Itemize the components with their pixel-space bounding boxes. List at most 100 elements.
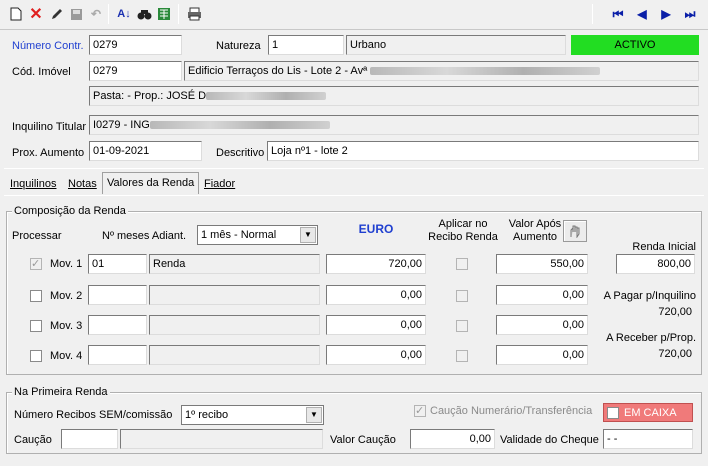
aplicar-checkbox[interactable] (456, 290, 468, 302)
tab-notas[interactable]: Notas (64, 174, 101, 194)
valor-apos-aumento-label: Valor Após Aumento (508, 218, 562, 243)
mov-code-field[interactable] (88, 285, 147, 305)
redacted-text (370, 67, 601, 76)
mov-label: Mov. 1 (50, 258, 83, 270)
renda-inicial-field[interactable]: 800,00 (616, 254, 695, 274)
valor-apos-field[interactable]: 0,00 (496, 345, 588, 365)
first-icon[interactable]: ⏮ (608, 4, 628, 24)
meses-adiant-select[interactable]: 1 mês - Normal ▼ (197, 225, 318, 245)
em-caixa-label: EM CAIXA (624, 407, 677, 419)
tab-fiador[interactable]: Fiador (200, 174, 239, 194)
valor-caucao-label: Valor Caução (330, 434, 396, 446)
tab-baseline (4, 195, 704, 196)
valor-apos-field[interactable]: 0,00 (496, 315, 588, 335)
mov-value-field[interactable]: 720,00 (326, 254, 426, 274)
mov-desc-field: Renda (149, 254, 320, 274)
caucao-desc-field (120, 429, 323, 449)
prox-aumento-field[interactable]: 01-09-2021 (89, 141, 202, 161)
next-icon[interactable]: ▶ (656, 4, 676, 24)
caucao-label: Caução (14, 434, 52, 446)
numero-contrato-field[interactable]: 0279 (89, 35, 182, 55)
caucao-field[interactable] (61, 429, 118, 449)
inquilino-text: I0279 - ING (93, 119, 150, 131)
tab-label: Notas (68, 178, 97, 190)
recibos-select[interactable]: 1º recibo ▼ (181, 405, 324, 425)
descritivo-field[interactable]: Loja nº1 - lote 2 (267, 141, 699, 161)
chevron-down-icon[interactable]: ▼ (306, 407, 322, 423)
mov-value-field[interactable]: 0,00 (326, 285, 426, 305)
export-icon[interactable] (154, 4, 174, 24)
delete-icon[interactable]: ✕ (26, 4, 46, 24)
a-pagar-label: A Pagar p/Inquilino (603, 290, 696, 302)
aplicar-recibo-label: Aplicar no Recibo Renda (428, 218, 498, 243)
aplicar-checkbox[interactable] (456, 350, 468, 362)
validade-cheque-label: Validade do Cheque (500, 434, 599, 446)
validade-cheque-field[interactable]: - - (603, 429, 693, 449)
composicao-title: Composição da Renda (12, 204, 128, 218)
print-icon[interactable] (184, 4, 204, 24)
check-icon: ✓ (415, 405, 425, 417)
processar-label: Processar (12, 230, 62, 242)
toolbar-separator (108, 4, 109, 24)
toolbar-separator (592, 4, 593, 24)
mov-label: Mov. 2 (50, 290, 83, 302)
mov-code-field[interactable]: 01 (88, 254, 147, 274)
find-icon[interactable] (134, 4, 154, 24)
tab-valores-da-renda[interactable]: Valores da Renda (102, 172, 200, 194)
last-icon[interactable]: ⏭ (680, 4, 700, 24)
a-receber-value: 720,00 (658, 348, 692, 360)
mov-desc-field (149, 285, 320, 305)
tab-label: Inquilinos (10, 178, 57, 190)
mov-code-field[interactable] (88, 315, 147, 335)
em-caixa-toggle[interactable]: EM CAIXA (603, 403, 693, 422)
cod-imovel-field[interactable]: 0279 (89, 61, 182, 81)
chevron-down-icon[interactable]: ▼ (300, 227, 316, 243)
save-icon[interactable] (66, 4, 86, 24)
caucao-numerario-checkbox[interactable]: ✓ (414, 405, 426, 417)
mov-value-field[interactable]: 0,00 (326, 345, 426, 365)
caucao-numerario-label: Caução Numerário/Transferência (430, 405, 593, 417)
mov-value-field[interactable]: 0,00 (326, 315, 426, 335)
mov-1-checkbox[interactable]: ✓ (30, 258, 42, 270)
pasta-field: Pasta: - Prop.: JOSÉ D (89, 86, 699, 106)
mov-label: Mov. 4 (50, 350, 83, 362)
mov-4-checkbox[interactable] (30, 350, 42, 362)
numero-contrato-label: Número Contr. (12, 40, 84, 52)
em-caixa-checkbox[interactable] (607, 407, 619, 419)
primeira-renda-title: Na Primeira Renda (12, 385, 110, 399)
prox-aumento-label: Prox. Aumento (12, 147, 85, 159)
toolbar-separator (178, 4, 179, 24)
aplicar-checkbox[interactable] (456, 258, 468, 270)
hand-icon (570, 225, 580, 238)
natureza-code-field[interactable]: 1 (268, 35, 344, 55)
divider (4, 168, 704, 169)
undo-icon[interactable]: ↶ (86, 4, 106, 24)
meses-adiant-value: 1 mês - Normal (201, 229, 277, 241)
natureza-desc-field: Urbano (346, 35, 566, 55)
new-doc-icon[interactable] (6, 4, 26, 24)
edit-icon[interactable] (46, 4, 66, 24)
valor-apos-field[interactable]: 550,00 (496, 254, 588, 274)
inquilino-label: Inquilino Titular (12, 121, 86, 133)
calculate-button[interactable] (563, 220, 587, 242)
natureza-label: Natureza (216, 40, 261, 52)
cod-imovel-label: Cód. Imóvel (12, 66, 71, 78)
mov-desc-field (149, 345, 320, 365)
mov-code-field[interactable] (88, 345, 147, 365)
sort-icon[interactable]: A↓ (114, 4, 134, 24)
tab-label: Fiador (204, 178, 236, 190)
recibos-value: 1º recibo (185, 409, 229, 421)
pasta-text: Pasta: - Prop.: JOSÉ D (93, 90, 207, 102)
mov-label: Mov. 3 (50, 320, 83, 332)
valor-caucao-field[interactable]: 0,00 (410, 429, 495, 449)
valor-apos-field[interactable]: 0,00 (496, 285, 588, 305)
currency-label: EURO (358, 222, 394, 236)
aplicar-checkbox[interactable] (456, 320, 468, 332)
mov-3-checkbox[interactable] (30, 320, 42, 332)
prev-icon[interactable]: ◀ (632, 4, 652, 24)
toolbar: ✕ ↶ A↓ ⏮ ◀ ▶ ⏭ (0, 0, 708, 30)
mov-2-checkbox[interactable] (30, 290, 42, 302)
tab-inquilinos[interactable]: Inquilinos (6, 174, 60, 194)
descritivo-label: Descritivo (216, 147, 265, 159)
imovel-desc-text: Edificio Terraços do Lis - Lote 2 - Avª (188, 65, 368, 77)
